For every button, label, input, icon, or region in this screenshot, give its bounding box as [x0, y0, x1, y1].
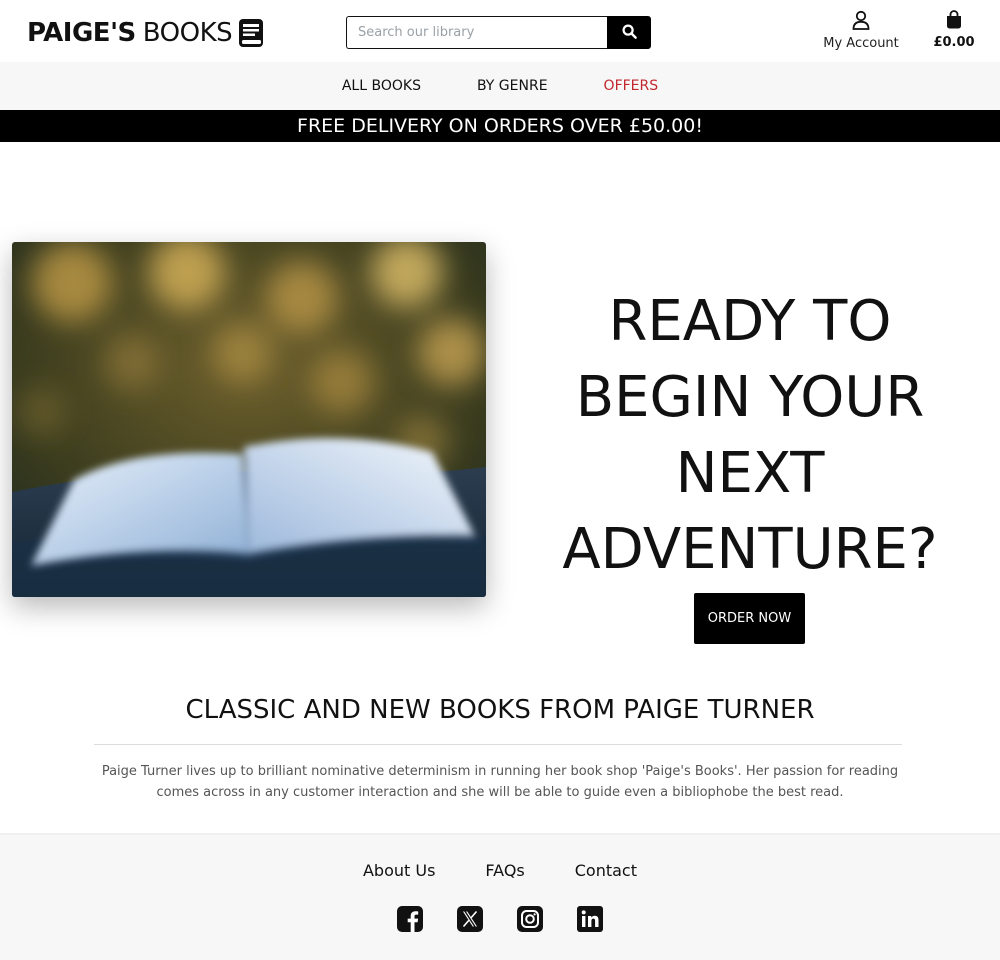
search-icon [621, 23, 637, 42]
bag-total: £0.00 [933, 35, 975, 50]
instagram-icon[interactable] [517, 906, 543, 932]
nav-all-books[interactable]: ALL BOOKS [342, 78, 421, 94]
open-book-photo [12, 242, 486, 597]
hero-heading-line: NEXT [675, 441, 825, 506]
my-account-label: My Account [823, 36, 899, 51]
user-icon [852, 10, 870, 34]
my-account-link[interactable]: My Account [815, 10, 907, 51]
site-footer: About Us FAQs Contact [0, 833, 1000, 960]
hero-heading-line: READY TO [608, 289, 892, 354]
book-icon [238, 18, 264, 48]
nav-offers[interactable]: OFFERS [604, 78, 659, 94]
footer-links: About Us FAQs Contact [0, 861, 1000, 880]
hero-heading: READY TO BEGIN YOUR NEXT ADVENTURE? [540, 284, 960, 588]
delivery-banner: FREE DELIVERY ON ORDERS OVER £50.00! [0, 110, 1000, 142]
x-icon[interactable] [457, 906, 483, 932]
footer-link-contact[interactable]: Contact [575, 861, 637, 880]
shopping-bag-link[interactable]: £0.00 [929, 10, 979, 50]
logo-text-bold: PAIGE'S [27, 18, 136, 48]
logo-text-light: BOOKS [142, 18, 233, 48]
social-links [0, 906, 1000, 932]
search-input[interactable] [346, 16, 607, 49]
footer-link-faqs[interactable]: FAQs [485, 861, 524, 880]
hero-heading-line: ADVENTURE? [562, 517, 938, 582]
site-header: PAIGE'S BOOKS Search our library My Acco… [0, 0, 1000, 62]
main-nav: ALL BOOKS BY GENRE OFFERS [0, 62, 1000, 110]
delivery-banner-text: FREE DELIVERY ON ORDERS OVER £50.00! [297, 115, 703, 137]
footer-link-about-us[interactable]: About Us [363, 861, 435, 880]
hero-heading-line: BEGIN YOUR [575, 365, 925, 430]
nav-by-genre[interactable]: BY GENRE [477, 78, 548, 94]
section-divider [94, 744, 902, 745]
about-text: Paige Turner lives up to brilliant nomin… [101, 764, 899, 800]
facebook-icon[interactable] [397, 906, 423, 932]
shopping-bag-icon [946, 10, 962, 33]
search-button[interactable] [607, 16, 651, 49]
order-now-button[interactable]: ORDER NOW [694, 593, 805, 644]
search-form [346, 16, 651, 49]
about-title: CLASSIC AND NEW BOOKS FROM PAIGE TURNER [185, 695, 815, 725]
linkedin-icon[interactable] [577, 906, 603, 932]
site-logo[interactable]: PAIGE'S BOOKS [27, 13, 264, 53]
